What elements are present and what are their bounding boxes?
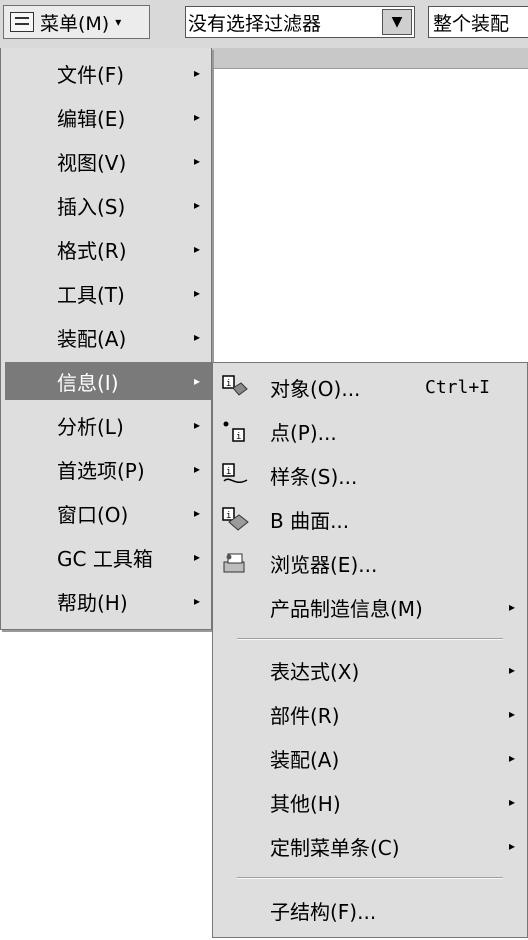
type-filter-select[interactable]: 没有选择过滤器 ▼ (185, 6, 415, 38)
menu-item-label: 信息(I) (57, 370, 119, 395)
svg-text:i: i (226, 511, 231, 521)
menu-button-label: 菜单(M) (40, 12, 110, 35)
menu-button[interactable]: 菜单(M) ▾ (3, 5, 150, 39)
selection-scope-value: 整个装配 (433, 12, 510, 35)
spline-info-icon: i (222, 463, 248, 484)
main-menu-item-tools[interactable]: 工具(T) ▸ (1, 274, 211, 312)
menu-item-label: 工具(T) (57, 282, 125, 307)
submenu-arrow-icon: ▸ (509, 707, 516, 721)
submenu-arrow-icon: ▸ (194, 374, 201, 388)
menu-item-label: 装配(A) (270, 747, 340, 772)
menu-item-label: 格式(R) (57, 238, 127, 263)
submenu-item-b-surface[interactable]: i B 曲面... (213, 500, 527, 538)
menu-separator (237, 638, 503, 640)
main-menu-item-insert[interactable]: 插入(S) ▸ (1, 186, 211, 224)
submenu-item-browser[interactable]: 浏览器(E)... (213, 544, 527, 582)
menu-item-label: GC 工具箱 (57, 546, 153, 571)
menu-item-label: 产品制造信息(M) (270, 596, 423, 621)
chevron-down-icon: ▾ (115, 15, 122, 29)
submenu-item-custom-menubar[interactable]: 定制菜单条(C) ▸ (213, 827, 527, 865)
submenu-arrow-icon: ▸ (194, 418, 201, 432)
menu-item-label: 对象(O)... (270, 376, 361, 401)
submenu-item-pmi[interactable]: 产品制造信息(M) ▸ (213, 588, 527, 626)
browser-info-icon (223, 553, 245, 573)
main-menu-item-gc-toolbox[interactable]: GC 工具箱 ▸ (1, 538, 211, 576)
main-menu-item-information[interactable]: 信息(I) ▸ (5, 362, 211, 400)
main-menu: 文件(F) ▸ 编辑(E) ▸ 视图(V) ▸ 插入(S) ▸ 格式(R) ▸ … (0, 48, 212, 630)
menu-icon (10, 12, 34, 32)
main-menu-item-help[interactable]: 帮助(H) ▸ (1, 582, 211, 620)
menu-separator (237, 877, 503, 879)
main-menu-item-view[interactable]: 视图(V) ▸ (1, 142, 211, 180)
main-menu-item-format[interactable]: 格式(R) ▸ (1, 230, 211, 268)
submenu-arrow-icon: ▸ (194, 110, 201, 124)
menu-item-label: 文件(F) (57, 62, 125, 87)
menu-item-label: 首选项(P) (57, 458, 145, 483)
submenu-arrow-icon: ▸ (509, 839, 516, 853)
selection-scope-select[interactable]: 整个装配 (428, 6, 528, 38)
submenu-item-substructure[interactable]: 子结构(F)... (213, 891, 527, 929)
submenu-arrow-icon: ▸ (194, 462, 201, 476)
main-menu-item-edit[interactable]: 编辑(E) ▸ (1, 98, 211, 136)
menu-item-label: 编辑(E) (57, 106, 126, 131)
main-menu-item-file[interactable]: 文件(F) ▸ (1, 54, 211, 92)
submenu-arrow-icon: ▸ (194, 506, 201, 520)
top-toolbar: 菜单(M) ▾ 没有选择过滤器 ▼ 整个装配 (0, 0, 528, 49)
toolbar-lower-band (212, 48, 528, 69)
submenu-arrow-icon: ▸ (194, 198, 201, 212)
menu-item-label: 窗口(O) (57, 502, 129, 527)
submenu-item-expression[interactable]: 表达式(X) ▸ (213, 651, 527, 689)
information-submenu: i 对象(O)... Ctrl+I i 点(P)... i 样条(S)... i… (212, 362, 528, 938)
submenu-item-point[interactable]: i 点(P)... (213, 412, 527, 450)
menu-item-label: 视图(V) (57, 150, 127, 175)
surface-info-icon: i (222, 507, 249, 531)
main-menu-item-window[interactable]: 窗口(O) ▸ (1, 494, 211, 532)
submenu-arrow-icon: ▸ (509, 663, 516, 677)
menu-item-label: 点(P)... (270, 420, 337, 445)
submenu-item-other[interactable]: 其他(H) ▸ (213, 783, 527, 821)
menu-item-label: 部件(R) (270, 703, 340, 728)
submenu-item-object[interactable]: i 对象(O)... Ctrl+I (213, 368, 527, 406)
menu-item-label: B 曲面... (270, 508, 350, 533)
submenu-arrow-icon: ▸ (194, 66, 201, 80)
menu-item-label: 样条(S)... (270, 464, 358, 489)
menu-item-label: 其他(H) (270, 791, 341, 816)
main-menu-item-preferences[interactable]: 首选项(P) ▸ (1, 450, 211, 488)
type-filter-value: 没有选择过滤器 (188, 12, 322, 35)
submenu-arrow-icon: ▸ (194, 330, 201, 344)
submenu-arrow-icon: ▸ (509, 795, 516, 809)
menu-item-label: 帮助(H) (57, 590, 128, 615)
submenu-arrow-icon: ▸ (509, 600, 516, 614)
menu-item-label: 子结构(F)... (270, 899, 377, 924)
submenu-arrow-icon: ▸ (194, 242, 201, 256)
submenu-arrow-icon: ▸ (194, 286, 201, 300)
menu-item-label: 分析(L) (57, 414, 124, 439)
menu-item-label: 浏览器(E)... (270, 552, 378, 577)
point-info-icon: i (223, 421, 245, 442)
main-menu-item-assembly[interactable]: 装配(A) ▸ (1, 318, 211, 356)
submenu-item-part[interactable]: 部件(R) ▸ (213, 695, 527, 733)
menu-item-label: 表达式(X) (270, 659, 360, 684)
submenu-arrow-icon: ▸ (194, 154, 201, 168)
svg-text:i: i (236, 432, 241, 442)
svg-text:i: i (226, 379, 231, 389)
dropdown-arrow-icon[interactable]: ▼ (382, 9, 412, 35)
menu-item-label: 插入(S) (57, 194, 126, 219)
object-info-icon: i (222, 375, 248, 396)
shortcut-text: Ctrl+I (425, 376, 491, 398)
main-menu-item-analysis[interactable]: 分析(L) ▸ (1, 406, 211, 444)
submenu-arrow-icon: ▸ (194, 550, 201, 564)
menu-item-label: 装配(A) (57, 326, 127, 351)
svg-text:i: i (226, 467, 231, 477)
submenu-item-assembly[interactable]: 装配(A) ▸ (213, 739, 527, 777)
submenu-arrow-icon: ▸ (194, 594, 201, 608)
submenu-arrow-icon: ▸ (509, 751, 516, 765)
submenu-item-spline[interactable]: i 样条(S)... (213, 456, 527, 494)
menu-item-label: 定制菜单条(C) (270, 835, 400, 860)
